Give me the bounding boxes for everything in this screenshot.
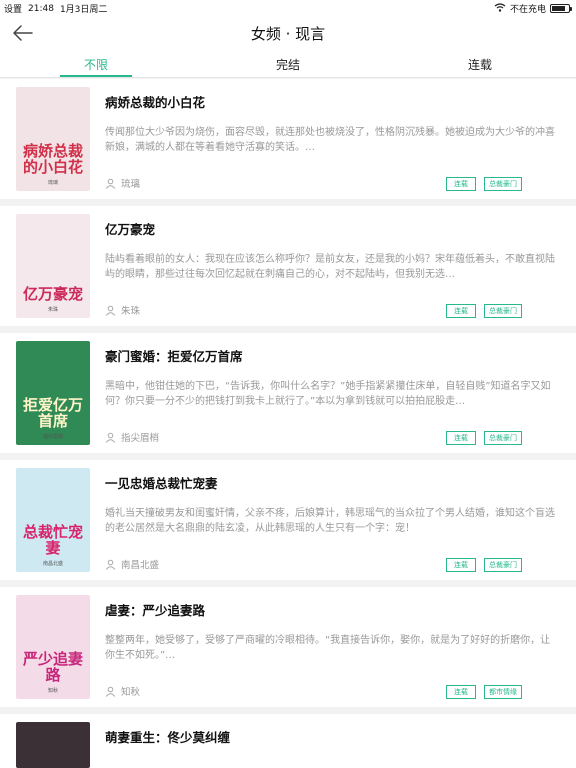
book-description: 整整两年，她受够了，受够了严商曜的冷眼相待。“我直接告诉你，娶你，就是为了好好的… bbox=[105, 635, 551, 661]
book-author: 指尖眉梢 bbox=[121, 433, 160, 444]
book-author-row: 指尖眉梢 bbox=[105, 430, 159, 444]
cover-title: 病娇总裁的小白花 bbox=[22, 142, 83, 176]
page-title: 女频 · 现言 bbox=[250, 25, 326, 43]
category-tag[interactable]: 总裁豪门 bbox=[484, 177, 522, 191]
category-tag[interactable]: 都市情缘 bbox=[484, 685, 522, 699]
cover-title: 严少追妻路 bbox=[22, 650, 83, 684]
tab-serializing[interactable]: 连载 bbox=[444, 56, 516, 73]
book-item[interactable]: 萌妻重生：佟少莫纠缠 bbox=[0, 714, 576, 768]
status-tag[interactable]: 连载 bbox=[446, 177, 476, 191]
book-author: 知秋 bbox=[121, 687, 141, 698]
book-author-row: 知秋 bbox=[105, 684, 140, 698]
book-author-row: 琉璃 bbox=[105, 176, 140, 190]
filter-tabs: 不限 完结 连载 bbox=[0, 50, 576, 78]
status-time: 21:48 bbox=[28, 3, 54, 14]
book-title: 虐妻：严少追妻路 bbox=[105, 603, 206, 618]
book-item[interactable]: 总裁忙宠妻 南昌北盛 一见忠婚总裁忙宠妻 婚礼当天撞破男友和闺蜜奸情，父亲不疼，… bbox=[0, 460, 576, 580]
person-icon bbox=[105, 555, 116, 574]
book-cover[interactable]: 严少追妻路 知秋 bbox=[16, 595, 90, 699]
cover-author: 指尖眉梢 bbox=[42, 434, 63, 440]
book-author-row: 南昌北盛 bbox=[105, 557, 159, 571]
status-tag[interactable]: 连载 bbox=[446, 558, 476, 572]
book-item[interactable]: 病娇总裁的小白花 琉璃 病娇总裁的小白花 传闻那位大少爷因为烧伤，面容尽毁，就连… bbox=[0, 79, 576, 199]
book-title: 豪门蜜婚：拒爱亿万首席 bbox=[105, 349, 243, 364]
tab-active-indicator bbox=[60, 75, 132, 77]
wifi-icon bbox=[494, 2, 506, 15]
category-tag[interactable]: 总裁豪门 bbox=[484, 558, 522, 572]
status-bar: 设置 21:48 1月3日周二 不在充电 bbox=[0, 0, 576, 16]
book-cover[interactable]: 拒爱亿万首席 指尖眉梢 bbox=[16, 341, 90, 445]
book-author: 南昌北盛 bbox=[121, 560, 160, 571]
person-icon bbox=[105, 682, 116, 701]
book-title: 一见忠婚总裁忙宠妻 bbox=[105, 476, 218, 491]
book-cover[interactable]: 总裁忙宠妻 南昌北盛 bbox=[16, 468, 90, 572]
nav-bar: 女频 · 现言 bbox=[0, 16, 576, 50]
charging-status: 不在充电 bbox=[509, 5, 546, 15]
book-description: 黑暗中，他钳住她的下巴，“告诉我，你叫什么名字？”她手指紧紧攥住床单，自轻自贱”… bbox=[105, 381, 551, 407]
person-icon bbox=[105, 301, 116, 320]
person-icon bbox=[105, 428, 116, 447]
status-date: 1月3日周二 bbox=[59, 5, 108, 15]
book-title: 亿万豪宠 bbox=[105, 222, 156, 237]
category-tag[interactable]: 总裁豪门 bbox=[484, 304, 522, 318]
book-description: 婚礼当天撞破男友和闺蜜奸情，父亲不疼，后娘算计，韩思瑶气的当众拉了个男人结婚，谁… bbox=[105, 508, 555, 534]
book-description: 陆屿看着眼前的女人：我现在应该怎么称呼你？是前女友，还是我的小妈？宋年蕴低着头，… bbox=[105, 254, 555, 280]
cover-author: 知秋 bbox=[47, 688, 58, 694]
cover-title: 拒爱亿万首席 bbox=[22, 396, 83, 430]
book-cover[interactable] bbox=[16, 722, 90, 768]
cover-title: 总裁忙宠妻 bbox=[22, 523, 83, 557]
status-settings-link[interactable]: 设置 bbox=[4, 2, 22, 15]
book-item[interactable]: 拒爱亿万首席 指尖眉梢 豪门蜜婚：拒爱亿万首席 黑暗中，他钳住她的下巴，“告诉我… bbox=[0, 333, 576, 453]
cover-author: 南昌北盛 bbox=[42, 561, 63, 567]
book-author: 琉璃 bbox=[121, 179, 141, 190]
cover-author: 琉璃 bbox=[47, 180, 58, 186]
status-tag[interactable]: 连载 bbox=[446, 304, 476, 318]
book-cover[interactable]: 亿万豪宠 朱珠 bbox=[16, 214, 90, 318]
book-author: 朱珠 bbox=[121, 306, 141, 317]
person-icon bbox=[105, 174, 116, 193]
book-title: 萌妻重生：佟少莫纠缠 bbox=[105, 730, 231, 745]
book-description: 传闻那位大少爷因为烧伤，面容尽毁，就连那处也被烧没了，性格阴沉残暴。她被迫成为大… bbox=[105, 127, 555, 153]
book-cover[interactable]: 病娇总裁的小白花 琉璃 bbox=[16, 87, 90, 191]
cover-title: 亿万豪宠 bbox=[22, 285, 83, 303]
tab-all[interactable]: 不限 bbox=[60, 56, 132, 73]
tab-completed[interactable]: 完结 bbox=[252, 56, 324, 73]
book-author-row: 朱珠 bbox=[105, 303, 140, 317]
book-item[interactable]: 亿万豪宠 朱珠 亿万豪宠 陆屿看着眼前的女人：我现在应该怎么称呼你？是前女友，还… bbox=[0, 206, 576, 326]
battery-icon bbox=[550, 4, 572, 13]
cover-author: 朱珠 bbox=[47, 307, 58, 313]
book-item[interactable]: 严少追妻路 知秋 虐妻：严少追妻路 整整两年，她受够了，受够了严商曜的冷眼相待。… bbox=[0, 587, 576, 707]
book-title: 病娇总裁的小白花 bbox=[105, 95, 206, 110]
category-tag[interactable]: 总裁豪门 bbox=[484, 431, 522, 445]
status-tag[interactable]: 连载 bbox=[446, 431, 476, 445]
status-tag[interactable]: 连载 bbox=[446, 685, 476, 699]
